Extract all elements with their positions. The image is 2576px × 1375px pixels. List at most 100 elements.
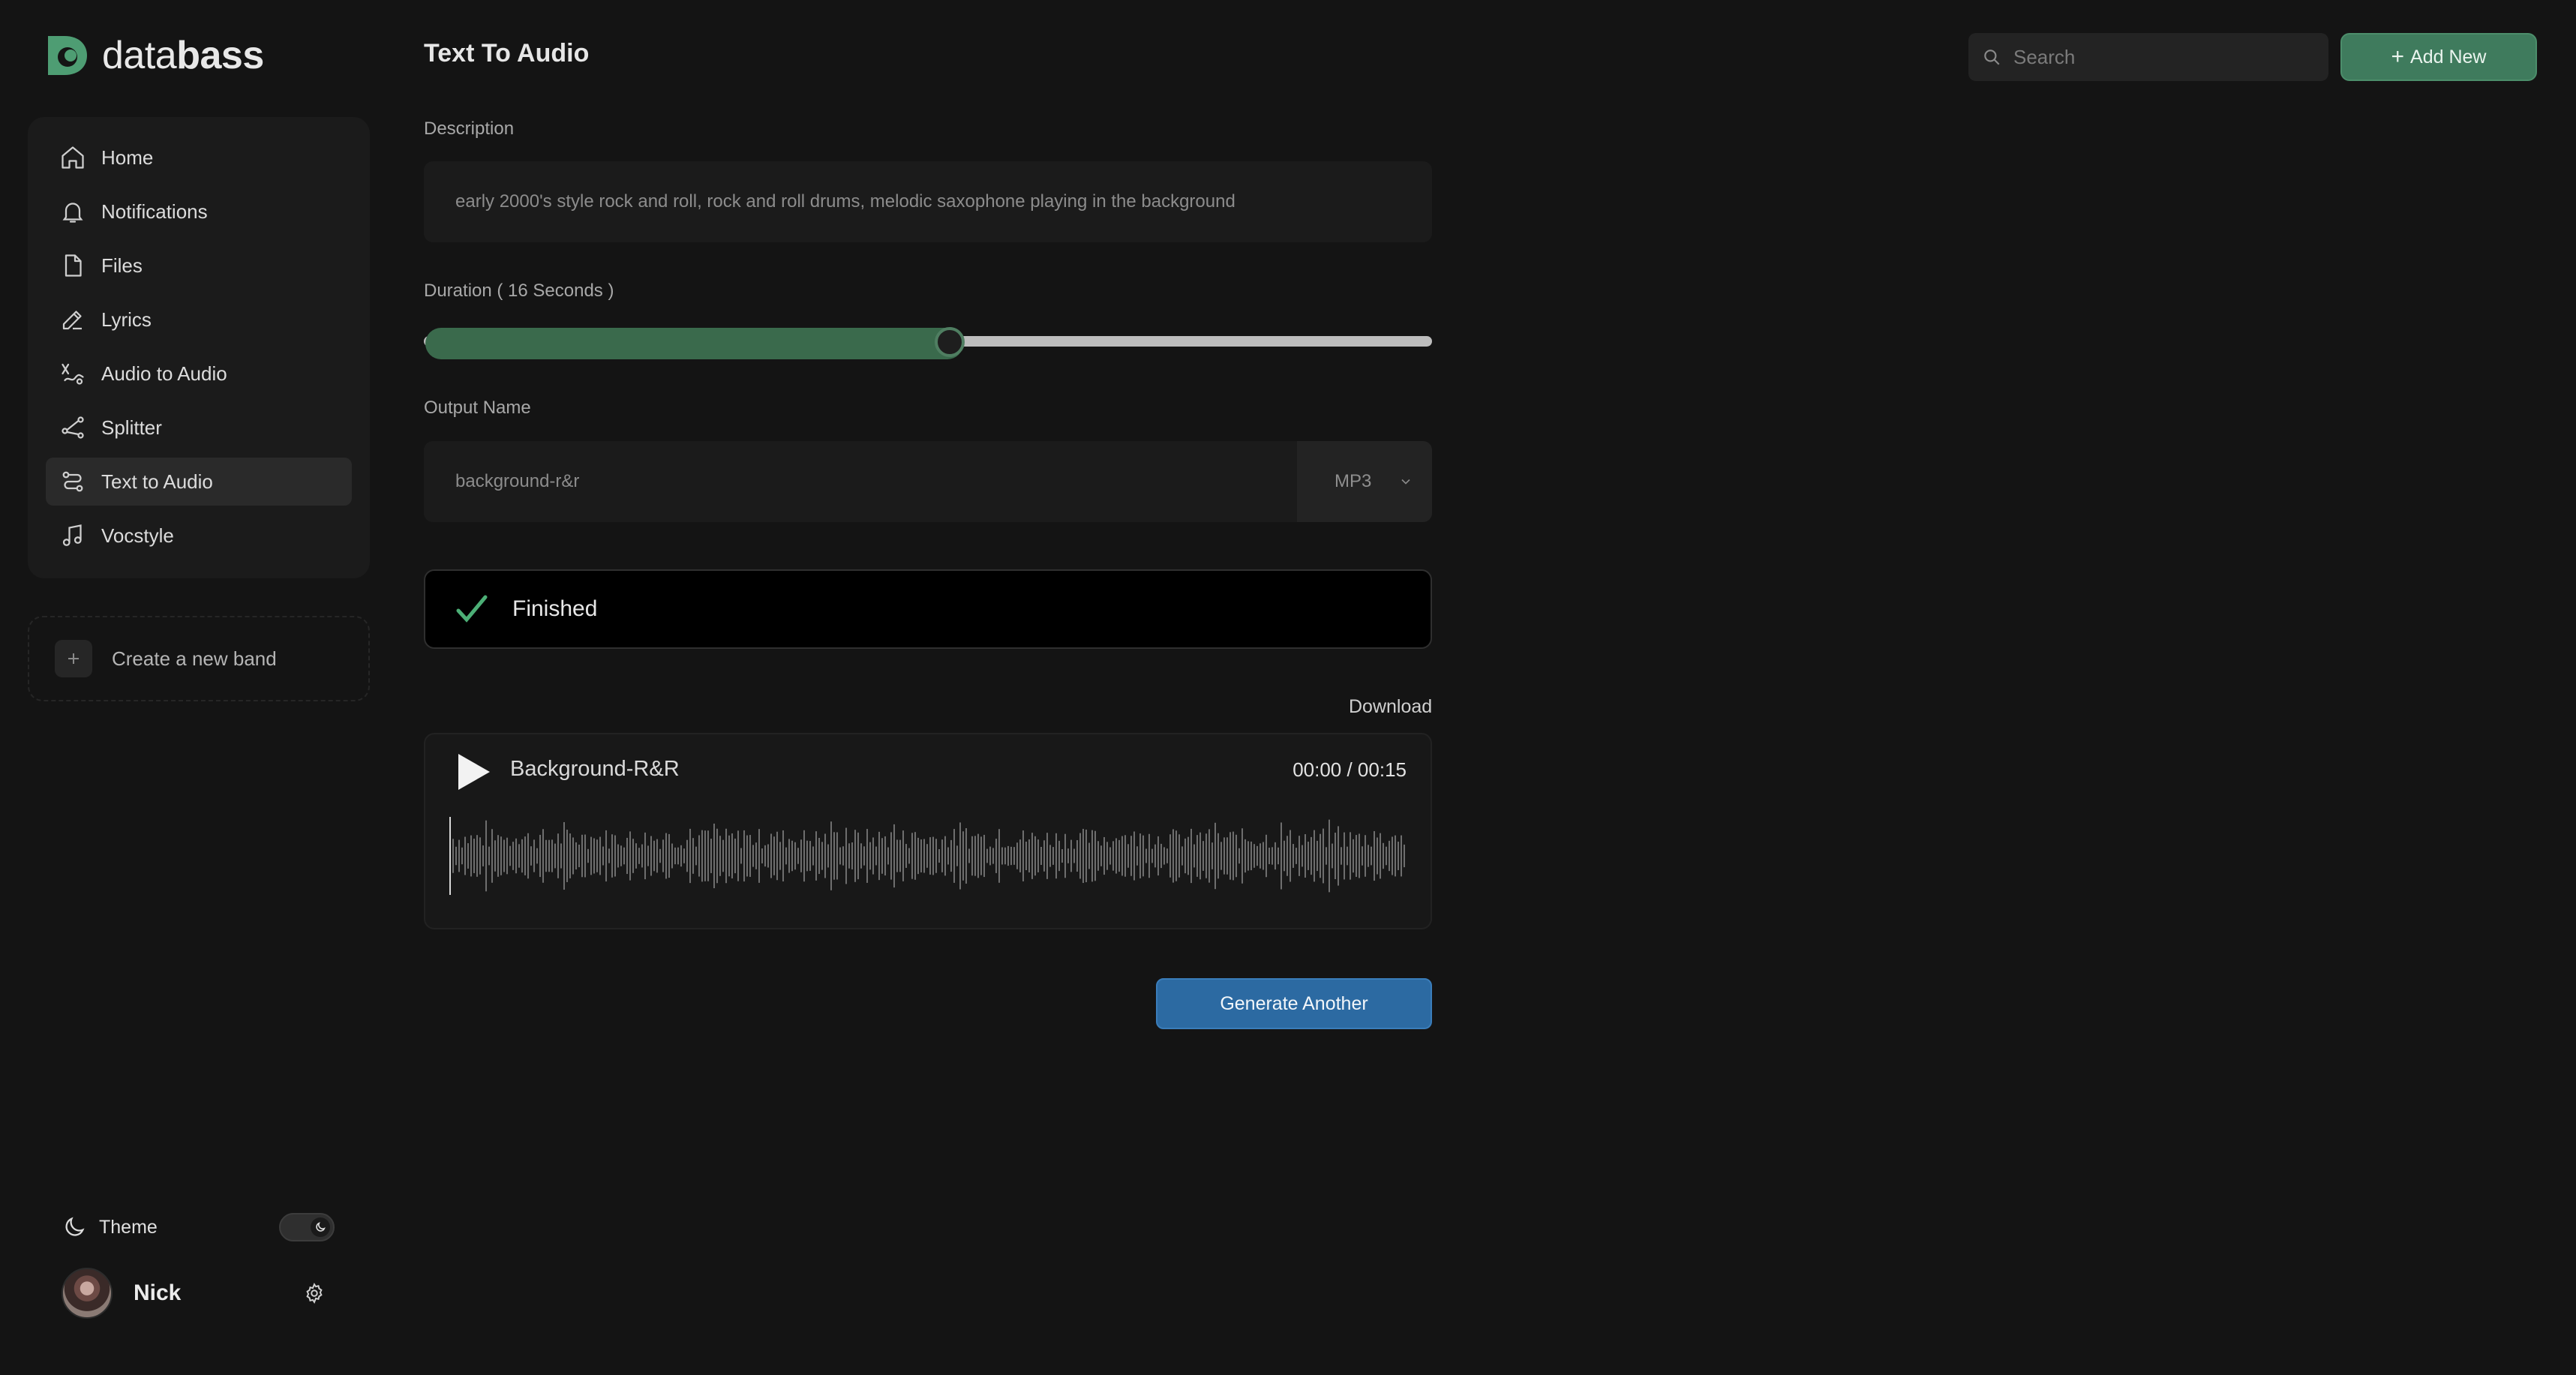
waveform-bar: [938, 848, 940, 863]
waveform-bar: [815, 831, 817, 881]
sidebar-item-text-to-audio[interactable]: Text to Audio: [46, 458, 352, 506]
plus-icon: [55, 640, 92, 677]
waveform-bar: [869, 842, 871, 870]
waveform-bar: [587, 848, 589, 863]
plus-icon: +: [2391, 44, 2405, 69]
waveform-bar: [500, 836, 502, 875]
waveform-bar: [959, 822, 961, 890]
waveform-bar: [1299, 836, 1300, 876]
waveform-bar: [1160, 843, 1162, 869]
waveform-bar: [839, 847, 841, 865]
waveform-bar: [830, 821, 832, 890]
waveform-bar: [629, 831, 631, 881]
splitter-icon: [62, 416, 84, 439]
waveform-bar: [1232, 831, 1234, 881]
sidebar-item-label: Notifications: [101, 200, 208, 223]
sidebar-item-splitter[interactable]: Splitter: [46, 404, 352, 452]
waveform-bar: [998, 829, 1000, 883]
sidebar-item-lyrics[interactable]: Lyrics: [46, 296, 352, 344]
waveform-bar: [1320, 833, 1321, 878]
sidebar-item-home[interactable]: Home: [46, 134, 352, 182]
output-name-input[interactable]: background-r&r: [424, 471, 1297, 492]
add-new-button[interactable]: + Add New: [2340, 33, 2537, 81]
waveform-bar: [503, 839, 505, 872]
waveform-bar: [1338, 826, 1339, 886]
slider-thumb[interactable]: [934, 327, 965, 357]
sidebar-item-files[interactable]: Files: [46, 242, 352, 290]
sidebar-item-label: Vocstyle: [101, 524, 174, 547]
waveform-bar: [785, 847, 787, 865]
waveform-bar: [1166, 848, 1168, 863]
waveform-bar: [1274, 842, 1276, 870]
waveform-bar: [1019, 839, 1021, 872]
waveform-bar: [923, 839, 925, 873]
waveform-bar: [1199, 832, 1201, 880]
waveform-bar: [725, 828, 727, 884]
waveform-bar: [743, 830, 745, 882]
waveform-bar: [1058, 840, 1060, 872]
waveform-bar: [464, 836, 466, 875]
generate-another-button[interactable]: Generate Another: [1156, 978, 1432, 1029]
waveform-bar: [1034, 836, 1036, 876]
search-input[interactable]: [2013, 45, 2298, 69]
waveform-bar: [671, 843, 673, 869]
sidebar-item-audio-to-audio[interactable]: Audio to Audio: [46, 350, 352, 398]
avatar[interactable]: [62, 1268, 113, 1319]
waveform-bar: [953, 829, 955, 883]
waveform-bar: [848, 843, 850, 869]
waveform-bar: [1154, 844, 1156, 868]
gear-icon[interactable]: [303, 1282, 326, 1304]
waveform-bar: [611, 834, 613, 878]
waveform[interactable]: [449, 817, 1410, 895]
waveform-bar: [527, 833, 529, 879]
waveform-bar: [1244, 839, 1246, 873]
waveform-bar: [1163, 847, 1165, 865]
waveform-bar: [704, 830, 706, 881]
format-select[interactable]: MP3: [1297, 441, 1432, 522]
waveform-bar: [488, 846, 490, 866]
waveform-bar: [608, 848, 610, 863]
waveform-bar: [992, 848, 994, 864]
search-icon: [1984, 50, 2000, 65]
waveform-bar: [827, 844, 829, 868]
description-field[interactable]: early 2000's style rock and roll, rock a…: [424, 161, 1432, 242]
waveform-bar: [1241, 828, 1243, 884]
search-box[interactable]: [1968, 33, 2328, 81]
theme-toggle[interactable]: [279, 1213, 335, 1241]
waveform-bar: [1250, 841, 1252, 871]
waveform-bar: [1368, 845, 1369, 867]
waveform-bar: [1130, 836, 1132, 876]
download-link[interactable]: Download: [1349, 696, 1432, 718]
waveform-bar: [635, 843, 637, 869]
waveform-bar: [1235, 834, 1237, 878]
waveform-bar: [659, 848, 661, 863]
waveform-bar: [893, 824, 895, 888]
waveform-bar: [773, 836, 775, 875]
waveform-bar: [1112, 841, 1114, 871]
waveform-bar: [1347, 846, 1348, 866]
file-icon: [65, 254, 82, 277]
sidebar-item-notifications[interactable]: Notifications: [46, 188, 352, 236]
waveform-bar: [632, 839, 634, 873]
create-band-button[interactable]: Create a new band: [28, 616, 370, 701]
play-icon[interactable]: [455, 752, 493, 791]
waveform-bar: [1178, 834, 1180, 878]
waveform-bar: [731, 833, 733, 879]
waveform-bar: [560, 843, 562, 869]
waveform-bar: [1329, 819, 1330, 893]
sidebar-item-vocstyle[interactable]: Vocstyle: [46, 512, 352, 560]
waveform-bar: [983, 834, 985, 878]
waveform-bar: [1271, 847, 1273, 865]
waveform-bar: [692, 838, 694, 874]
waveform-bar: [536, 848, 538, 864]
waveform-bar: [647, 845, 649, 866]
waveform-bar: [791, 840, 793, 872]
waveform-bar: [980, 836, 982, 875]
add-new-label: Add New: [2410, 46, 2487, 68]
app-logo[interactable]: databass: [45, 33, 264, 78]
waveform-bar: [911, 833, 913, 879]
waveform-bar: [1365, 835, 1366, 877]
waveform-bar: [809, 841, 811, 871]
waveform-bar: [1184, 838, 1186, 874]
duration-slider[interactable]: [424, 326, 1432, 359]
